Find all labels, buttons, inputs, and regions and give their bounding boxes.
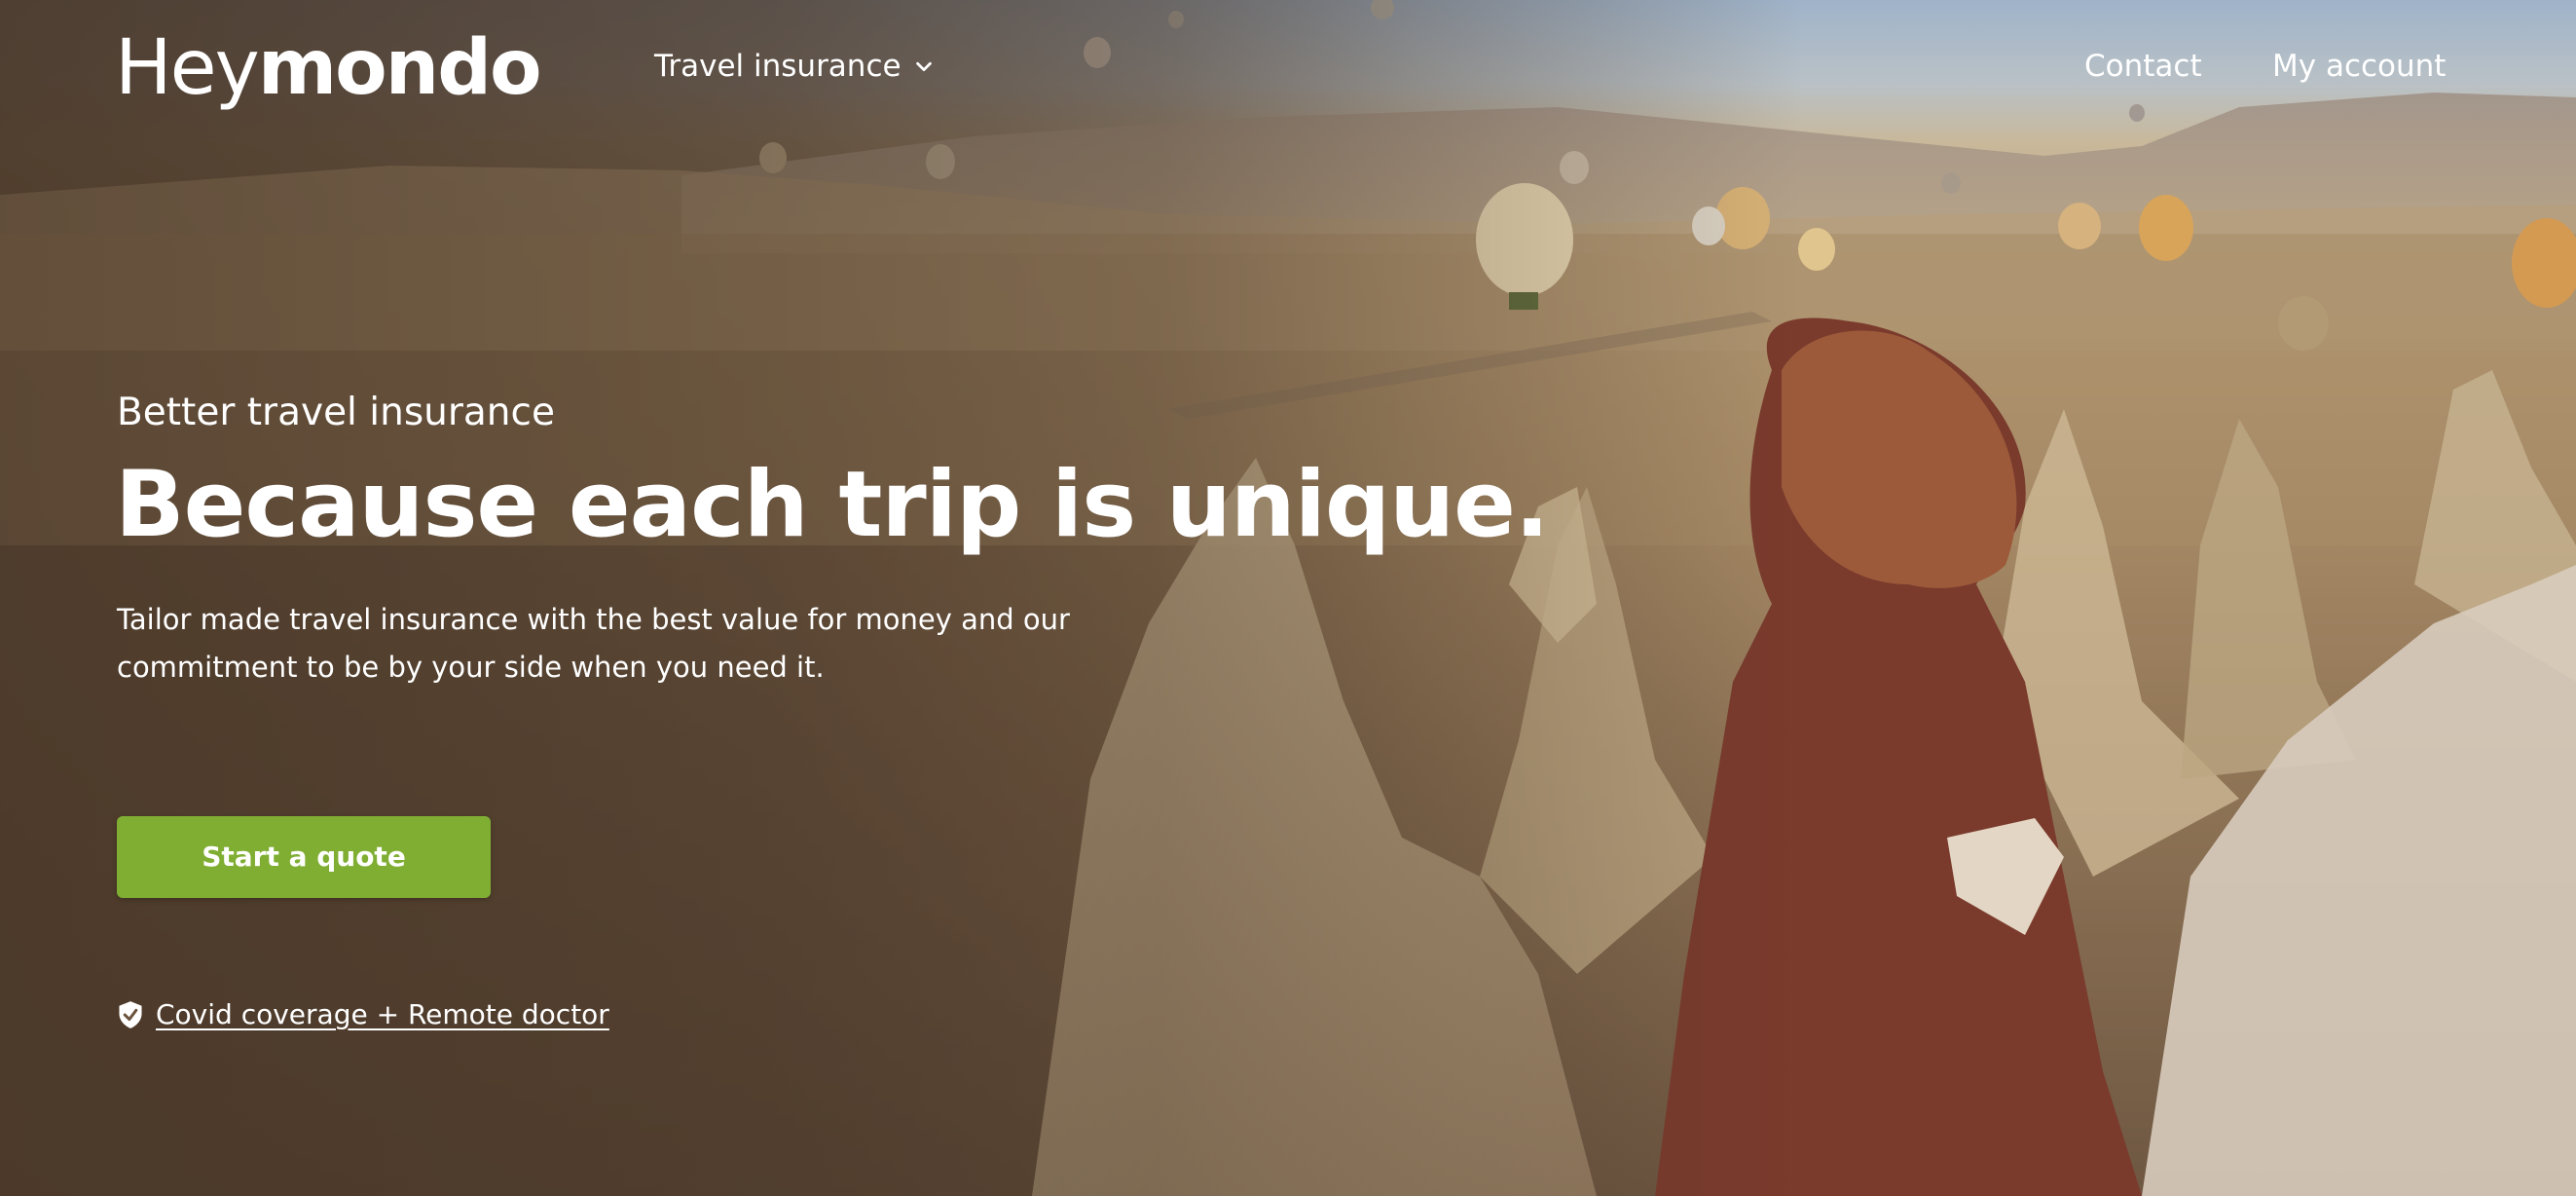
- covid-coverage-link[interactable]: Covid coverage + Remote doctor: [117, 995, 609, 1034]
- logo-hey: Hey: [115, 24, 260, 112]
- shield-check-icon: [119, 1001, 142, 1028]
- nav-travel-insurance-label: Travel insurance: [654, 49, 902, 84]
- top-navigation: Heymondo Travel insurance Contact My acc…: [0, 0, 2576, 136]
- start-quote-button[interactable]: Start a quote: [117, 816, 491, 898]
- chevron-down-icon: [915, 61, 932, 72]
- heymondo-logo[interactable]: Heymondo: [115, 19, 542, 117]
- nav-my-account-link[interactable]: My account: [2272, 45, 2446, 88]
- nav-contact-link[interactable]: Contact: [2084, 45, 2202, 88]
- hero-headline: Because each trip is unique.: [115, 452, 1550, 558]
- hero-subtitle: Better travel insurance: [117, 391, 555, 434]
- hero-description: Tailor made travel insurance with the be…: [117, 603, 1070, 684]
- nav-travel-insurance[interactable]: Travel insurance: [654, 45, 935, 88]
- covid-coverage-label: Covid coverage + Remote doctor: [156, 998, 609, 1030]
- logo-mondo: mondo: [257, 24, 542, 112]
